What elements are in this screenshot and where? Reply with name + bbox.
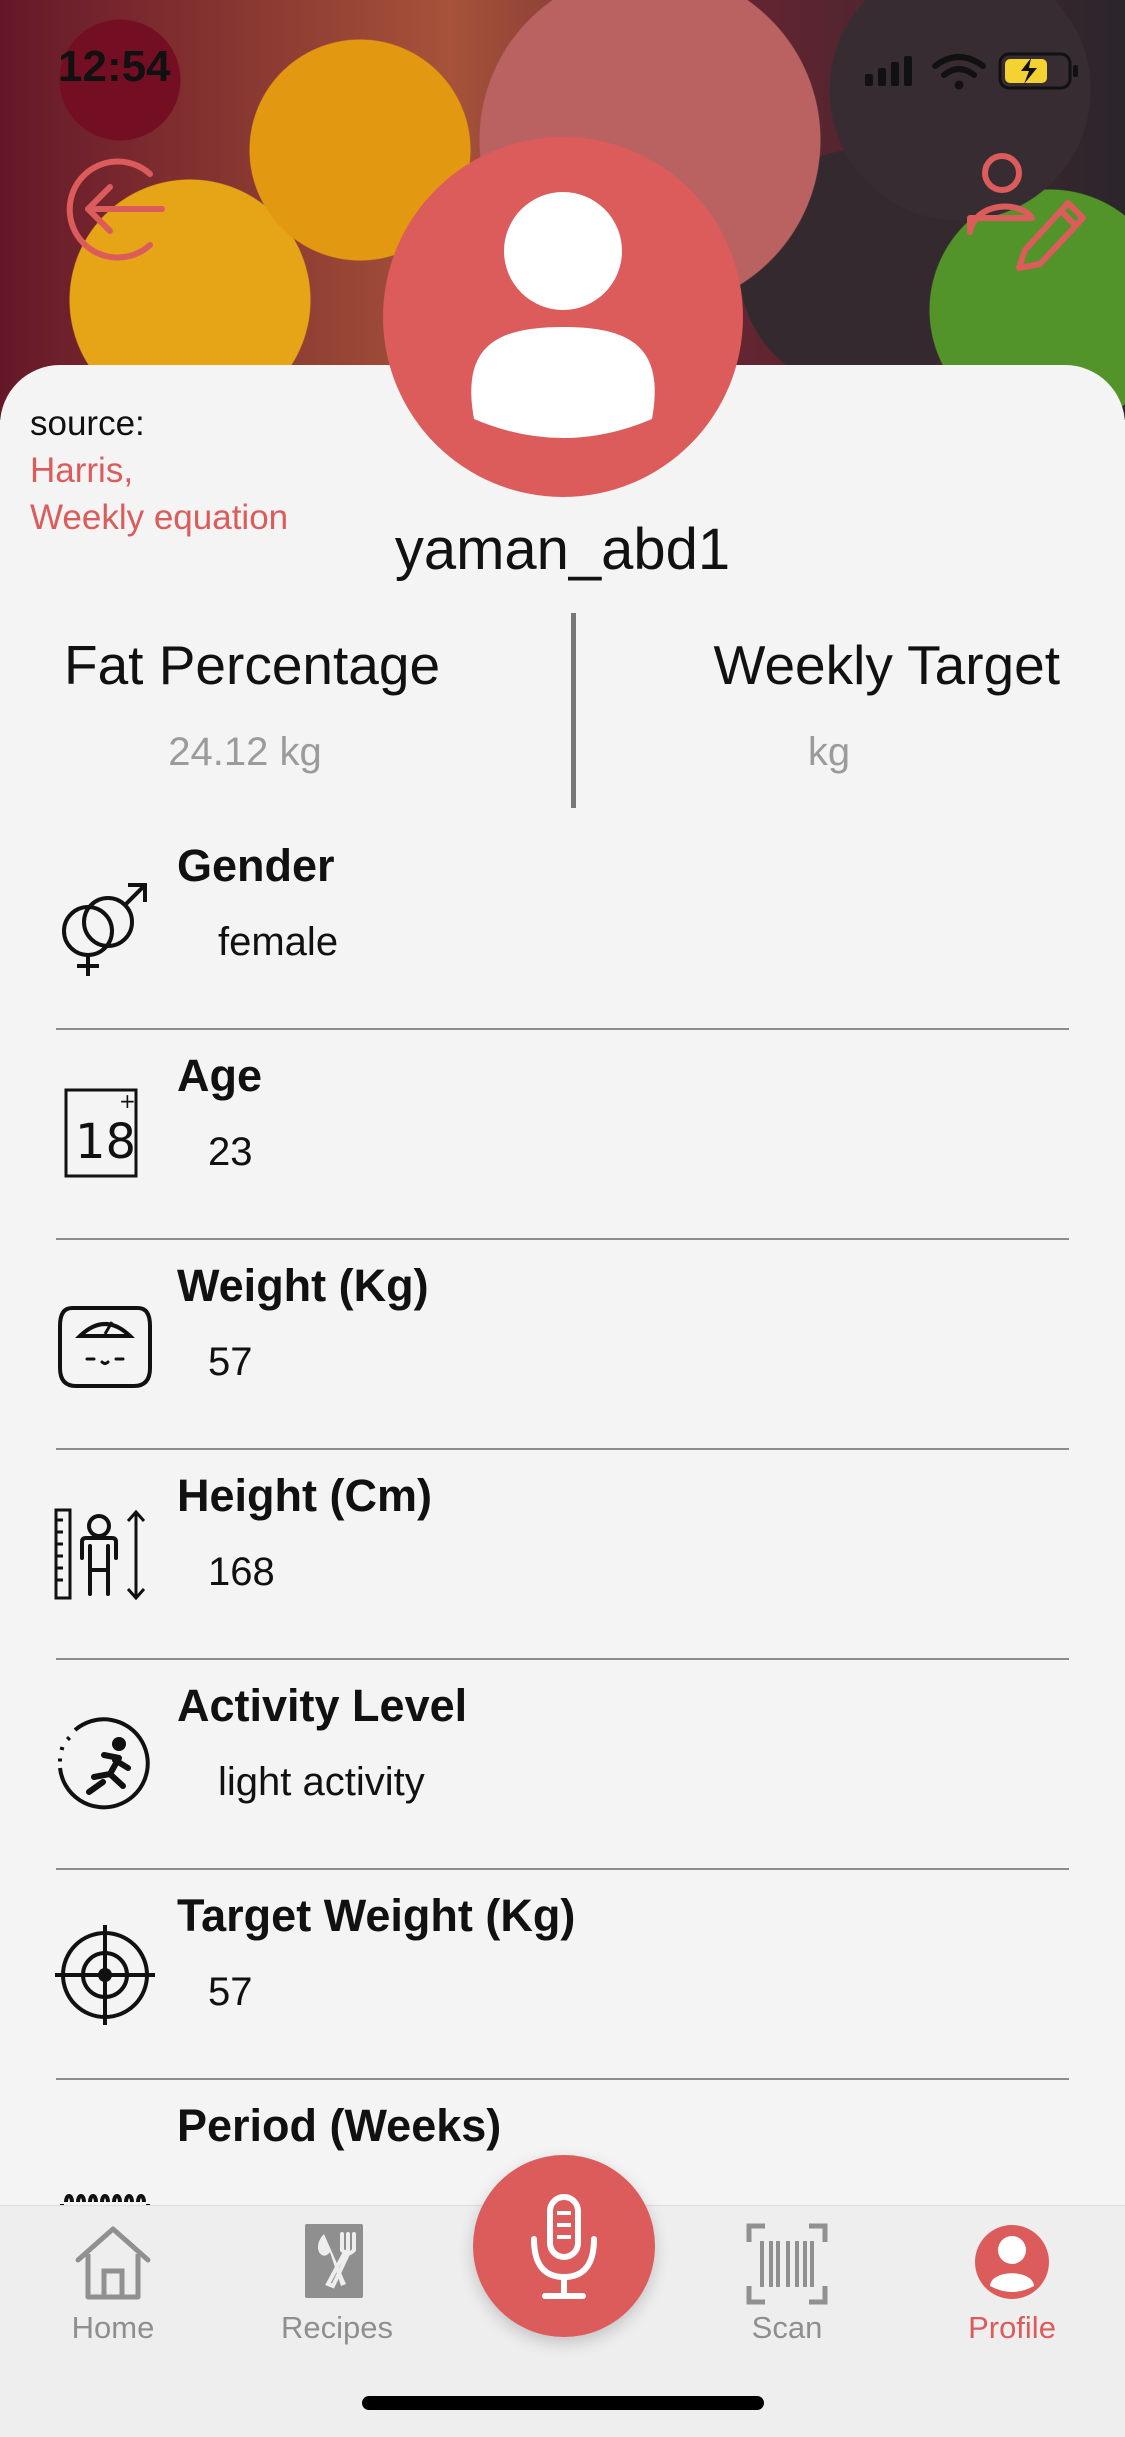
source-name: Harris,	[30, 451, 134, 490]
profile-tab-icon	[975, 2225, 1049, 2299]
detail-value: 57	[208, 1970, 253, 2014]
nav-home-label: Home	[71, 2310, 155, 2345]
profile-details-list: Gender female 18 + Age 23 Weight (Kg) 57	[0, 820, 1125, 2290]
recipes-book-icon	[305, 2224, 363, 2298]
detail-label: Height (Cm)	[177, 1470, 432, 1521]
detail-row-height[interactable]: Height (Cm) 168	[0, 1450, 1125, 1660]
detail-label: Activity Level	[177, 1680, 468, 1731]
source-label: source:	[30, 404, 145, 443]
status-bar: 12:54	[0, 0, 1125, 130]
battery-icon	[998, 52, 1078, 90]
detail-row-age[interactable]: 18 + Age 23	[0, 1030, 1125, 1240]
nav-scan[interactable]: Scan	[712, 2216, 862, 2346]
detail-value: light activity	[218, 1760, 425, 1804]
edit-user-icon	[967, 153, 1086, 271]
detail-label: Gender	[177, 840, 335, 891]
weekly-target-stat: Weekly Target kg	[578, 630, 1060, 810]
detail-label: Period (Weeks)	[177, 2100, 502, 2151]
back-arrow-icon	[66, 158, 165, 261]
detail-row-weight[interactable]: Weight (Kg) 57	[0, 1240, 1125, 1450]
weekly-target-title: Weekly Target	[713, 634, 1060, 696]
nav-profile[interactable]: Profile	[937, 2216, 1087, 2346]
detail-value: female	[218, 920, 339, 964]
detail-row-activity-level[interactable]: Activity Level light activity	[0, 1660, 1125, 1870]
fat-percentage-title: Fat Percentage	[64, 634, 441, 696]
microphone-icon	[531, 2194, 597, 2299]
gender-icon	[50, 870, 160, 980]
detail-label: Weight (Kg)	[177, 1260, 429, 1311]
home-icon	[75, 2226, 151, 2300]
fat-percentage-value: 24.12 kg	[168, 730, 322, 774]
edit-profile-button[interactable]	[965, 148, 1090, 273]
detail-value: 168	[208, 1550, 275, 1594]
signal-icon	[865, 56, 912, 86]
status-icons	[865, 48, 1085, 92]
nav-home[interactable]: Home	[38, 2216, 188, 2346]
stats-divider	[571, 613, 576, 808]
barcode-scan-icon	[746, 2223, 828, 2305]
home-indicator	[362, 2396, 764, 2410]
nav-scan-label: Scan	[751, 2310, 823, 2345]
detail-value: 57	[208, 1340, 253, 1384]
weekly-target-value: kg	[807, 730, 851, 774]
running-icon	[50, 1710, 160, 1820]
detail-row-target-weight[interactable]: Target Weight (Kg) 57	[0, 1870, 1125, 2080]
height-icon	[50, 1500, 160, 1610]
status-time: 12:54	[58, 42, 171, 91]
detail-label: Target Weight (Kg)	[177, 1890, 576, 1941]
fat-percentage-stat: Fat Percentage 24.12 kg	[0, 630, 560, 810]
profile-avatar	[383, 137, 743, 497]
nav-recipes-label: Recipes	[281, 2310, 393, 2345]
target-icon	[50, 1920, 160, 2030]
detail-row-gender[interactable]: Gender female	[0, 820, 1125, 1030]
wifi-icon	[932, 54, 986, 90]
scale-icon	[50, 1290, 160, 1400]
username: yaman_abd1	[394, 517, 731, 582]
back-button[interactable]	[60, 152, 175, 267]
svg-text:+: +	[119, 1089, 136, 1113]
detail-value: 23	[208, 1130, 253, 1174]
nav-recipes[interactable]: Recipes	[262, 2216, 412, 2346]
voice-assistant-button[interactable]	[473, 2155, 655, 2337]
svg-text:18: 18	[75, 1114, 136, 1170]
user-silhouette-icon	[471, 192, 655, 438]
detail-label: Age	[177, 1050, 263, 1101]
age-18-icon: 18 +	[50, 1080, 160, 1190]
nav-profile-label: Profile	[968, 2310, 1056, 2345]
